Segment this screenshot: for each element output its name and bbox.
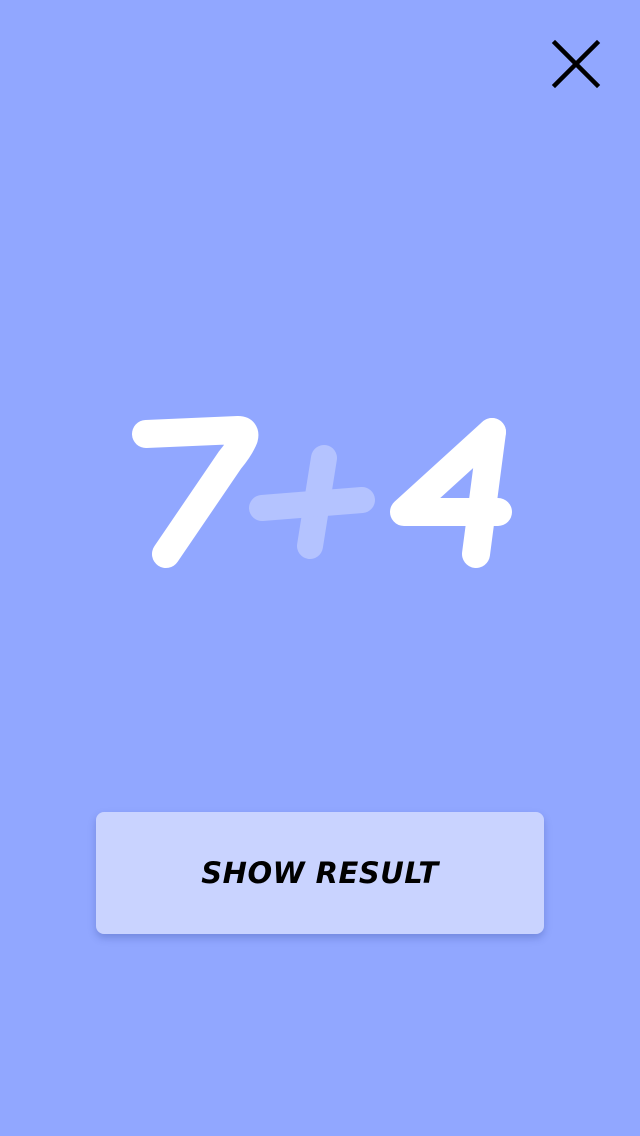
show-result-label: SHOW RESULT (201, 856, 439, 890)
right-operand-glyph (390, 418, 512, 568)
close-button[interactable] (548, 36, 604, 92)
show-result-button[interactable]: SHOW RESULT (96, 812, 544, 934)
flashcard-screen: 7 + 4 SHOW RESULT (0, 0, 640, 1136)
left-operand-glyph (132, 416, 259, 568)
equation-display: 7 + 4 (120, 400, 520, 590)
close-icon (551, 39, 601, 89)
operator-glyph (249, 445, 375, 559)
